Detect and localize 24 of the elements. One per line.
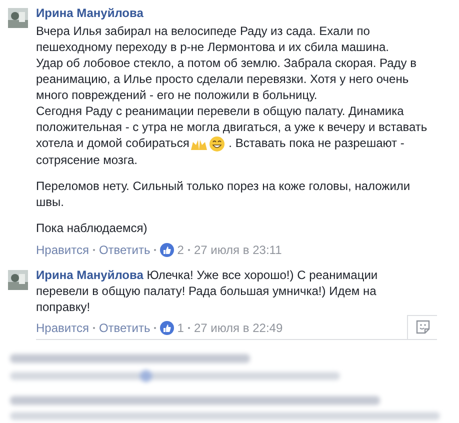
like-icon (160, 242, 174, 257)
like-link[interactable]: Нравится (36, 320, 89, 336)
comment-time: 27 июля в 22:49 (194, 320, 283, 336)
comment-text: сотрясение мозга. (36, 152, 138, 167)
sticker-icon (414, 319, 430, 336)
comment-text: Пока наблюдаемся) (36, 220, 148, 235)
reply-link[interactable]: Ответить (98, 320, 150, 336)
author-name[interactable]: Ирина Мануйлова (36, 5, 437, 21)
comment-text: Юлечка! Уже все хорошо!) С реанимации (146, 268, 378, 282)
comment-text: Удар об лобовое стекло, а потом об землю. Забрала скорая. Раду в реанимацию, а Илье просто сделали перевязки. Хотя у него очень много повреждений - его не положили в больницу. (36, 56, 418, 102)
comment-time: 27 июля в 23:11 (194, 242, 282, 258)
reaction-count: 2 (177, 242, 184, 258)
smiling-face-icon (209, 136, 226, 152)
author-name[interactable]: Ирина Мануйлова (36, 268, 144, 282)
comment-text: Переломов нету. Сильный только порез на коже головы, наложили швы. (36, 178, 412, 209)
reaction-count: 1 (177, 320, 184, 336)
like-icon (160, 321, 174, 336)
sticker-button[interactable] (407, 314, 437, 339)
reply-link[interactable]: Ответить (98, 242, 150, 258)
comment-text: Вчера Илья забирал на велосипеде Раду из сада. Ехали по пешеходному переходу в р-не Лермонтова и их сбила машина. (36, 24, 389, 54)
comment-text: . Вставать пока не разрешают - (228, 136, 404, 150)
comment-text: перевели в общую палату! Рада большая умничка!) Идем на поправку! (36, 284, 378, 314)
like-link[interactable]: Нравится (36, 242, 89, 258)
comment-text: хотела и домой собираться (36, 136, 190, 150)
